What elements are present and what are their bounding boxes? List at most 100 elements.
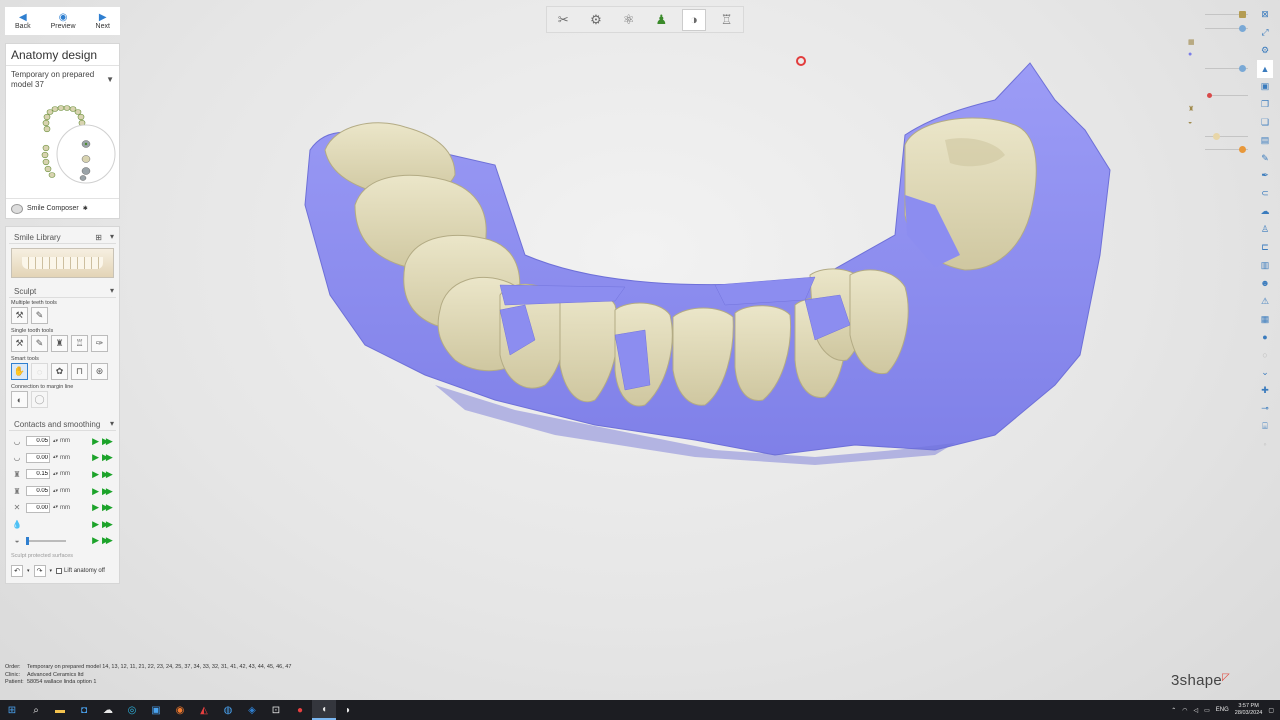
order-select[interactable]: Temporary on prepared model 37 ▼ <box>6 66 119 94</box>
library-icon[interactable]: ⊞ <box>95 233 102 242</box>
spinner-icon[interactable]: ▴▾ <box>53 455 58 460</box>
chevron-down-icon[interactable]: ⌄ <box>1257 364 1273 382</box>
die-icon[interactable]: ♟ <box>649 9 673 31</box>
visibility-slider[interactable] <box>1239 11 1246 19</box>
apply-all-button[interactable]: ▶▶ <box>102 469 114 480</box>
blank-icon[interactable]: ○ <box>1257 346 1273 364</box>
visibility-slider[interactable] <box>1239 65 1246 73</box>
dental-model-viewport[interactable] <box>295 55 1125 465</box>
apply-button[interactable]: ▶ <box>92 469 99 480</box>
firefox-icon[interactable]: ◉ <box>168 700 192 720</box>
tooth-chart[interactable] <box>36 104 118 188</box>
knife-icon[interactable]: ✂ <box>551 9 575 31</box>
contacts-smoothing-header[interactable]: Contacts and smoothing ▾ <box>9 417 116 431</box>
clipboard-icon[interactable]: ▤ <box>1257 131 1273 149</box>
apply-all-button[interactable]: ▶▶ <box>102 519 114 530</box>
magnet-icon[interactable]: ⊂ <box>1257 185 1273 203</box>
lift-anatomy-checkbox[interactable]: Lift anatomy off <box>56 568 105 575</box>
next-button[interactable]: ▶ Next <box>96 12 110 30</box>
sculpt-header[interactable]: Sculpt ▾ <box>9 284 116 298</box>
scale-icon[interactable]: ⊸ <box>1257 400 1273 418</box>
scan-icon[interactable]: ⌸ <box>1257 417 1273 435</box>
smart-bridge-tool[interactable]: ⊓ <box>71 363 88 380</box>
transform-teeth-tool[interactable]: ⚒ <box>11 307 28 324</box>
spinner-icon[interactable]: ▴▾ <box>53 505 58 510</box>
margin-connect-tool[interactable]: ◐ <box>11 391 28 408</box>
preview-button[interactable]: ◉ Preview <box>51 12 76 30</box>
spinner-icon[interactable]: ▴▾ <box>53 488 58 494</box>
warning-icon[interactable]: ⚠ <box>1257 292 1273 310</box>
apply-button[interactable]: ▶ <box>92 519 99 530</box>
recorder-icon[interactable]: ● <box>288 700 312 720</box>
utility-icon[interactable]: ⊡ <box>264 700 288 720</box>
tooth-shape-icon[interactable]: ♙ <box>1257 221 1273 239</box>
apply-all-button[interactable]: ▶▶ <box>102 452 114 463</box>
search-icon[interactable]: ⌕ <box>24 700 48 720</box>
fit-view-icon[interactable]: ⤢ <box>1257 24 1273 42</box>
smart-add-tool[interactable]: ◌ <box>31 363 48 380</box>
morph-teeth-tool[interactable]: ✎ <box>31 307 48 324</box>
smooth-slider[interactable] <box>26 536 66 545</box>
chart-icon[interactable]: ▥ <box>1257 256 1273 274</box>
contact-value-input[interactable] <box>26 469 50 480</box>
prep-icon[interactable]: ⚙ <box>584 9 608 31</box>
sphere-icon[interactable]: ● <box>1257 328 1273 346</box>
spinner-icon[interactable]: ▴▾ <box>53 438 58 444</box>
copy-icon[interactable]: ❐ <box>1257 95 1273 113</box>
paste-icon[interactable]: ❏ <box>1257 113 1273 131</box>
smile-library-preview[interactable] <box>11 248 114 278</box>
contact-value-input[interactable] <box>26 486 50 497</box>
close-view-icon[interactable]: ⊠ <box>1257 6 1273 24</box>
store-icon[interactable]: ▣ <box>144 700 168 720</box>
file-explorer-icon[interactable]: ▬ <box>48 700 72 720</box>
crown-tool[interactable]: ♖ <box>71 335 88 352</box>
jaw-icon[interactable]: ⚛ <box>617 9 641 31</box>
windows-start-icon[interactable]: ⊞ <box>0 700 24 720</box>
dental-system-icon[interactable]: ◖ <box>312 700 336 720</box>
plus-icon[interactable]: ✚ <box>1257 382 1273 400</box>
apply-button[interactable]: ▶ <box>92 502 99 513</box>
redo-button[interactable]: ↷ <box>33 565 46 578</box>
volume-icon[interactable]: ◁ <box>1193 707 1198 714</box>
visibility-slider[interactable] <box>1207 93 1212 99</box>
pen-icon[interactable]: ✒ <box>1257 167 1273 185</box>
dental-app-icon[interactable]: ◍ <box>216 700 240 720</box>
wax-knife-tool[interactable]: ✑ <box>91 335 108 352</box>
language-indicator[interactable]: ENG <box>1216 707 1229 713</box>
margin-smooth-tool[interactable]: ◯ <box>31 391 48 408</box>
battery-icon[interactable]: ▭ <box>1204 707 1210 714</box>
settings-icon[interactable]: ⚙ <box>1257 42 1273 60</box>
cloud-app-icon[interactable]: ☁ <box>96 700 120 720</box>
contact-value-input[interactable] <box>26 436 50 447</box>
redo-dropdown-icon[interactable]: ▾ <box>50 568 53 574</box>
spinner-icon[interactable]: ▴▾ <box>53 471 58 477</box>
person-icon[interactable]: ☻ <box>1257 274 1273 292</box>
sculpt-protected-toggle[interactable]: Sculpt protected surfaces <box>6 549 119 559</box>
grid-icon[interactable]: ▦ <box>1257 310 1273 328</box>
visibility-slider[interactable] <box>1213 132 1220 140</box>
smart-adapt-tool[interactable]: ✿ <box>51 363 68 380</box>
apply-button[interactable]: ▶ <box>92 436 99 447</box>
apply-all-button[interactable]: ▶▶ <box>102 502 114 513</box>
crown-icon[interactable]: ♖ <box>715 9 739 31</box>
teams-icon[interactable]: ◈ <box>240 700 264 720</box>
tooth-icon[interactable]: ◑ <box>681 8 706 31</box>
layers-icon[interactable]: ▣ <box>1257 78 1273 96</box>
pdf-icon[interactable]: ◭ <box>192 700 216 720</box>
smile-library-header[interactable]: Smile Library ⊞ ▾ <box>9 230 116 244</box>
wifi-icon[interactable]: ◠ <box>1182 707 1187 714</box>
undo-button[interactable]: ↶ <box>11 565 23 578</box>
clock[interactable]: 3:57 PM 28/03/2024 <box>1235 703 1263 717</box>
morph-tooth-tool[interactable]: ✎ <box>31 335 48 352</box>
smile-composer-button[interactable]: Smile Composer ✱ <box>6 198 119 218</box>
transform-tooth-tool[interactable]: ⚒ <box>11 335 28 352</box>
app-icon[interactable]: ◘ <box>72 700 96 720</box>
apply-all-button[interactable]: ▶▶ <box>102 535 114 546</box>
hat-icon[interactable]: ▲ <box>1257 59 1273 78</box>
apply-button[interactable]: ▶ <box>92 535 99 546</box>
apply-all-button[interactable]: ▶▶ <box>102 486 114 497</box>
visibility-slider[interactable] <box>1239 24 1246 32</box>
contact-value-input[interactable] <box>26 502 50 513</box>
slider-thumb[interactable] <box>26 536 29 545</box>
cloud-icon[interactable]: ☁ <box>1257 203 1273 221</box>
